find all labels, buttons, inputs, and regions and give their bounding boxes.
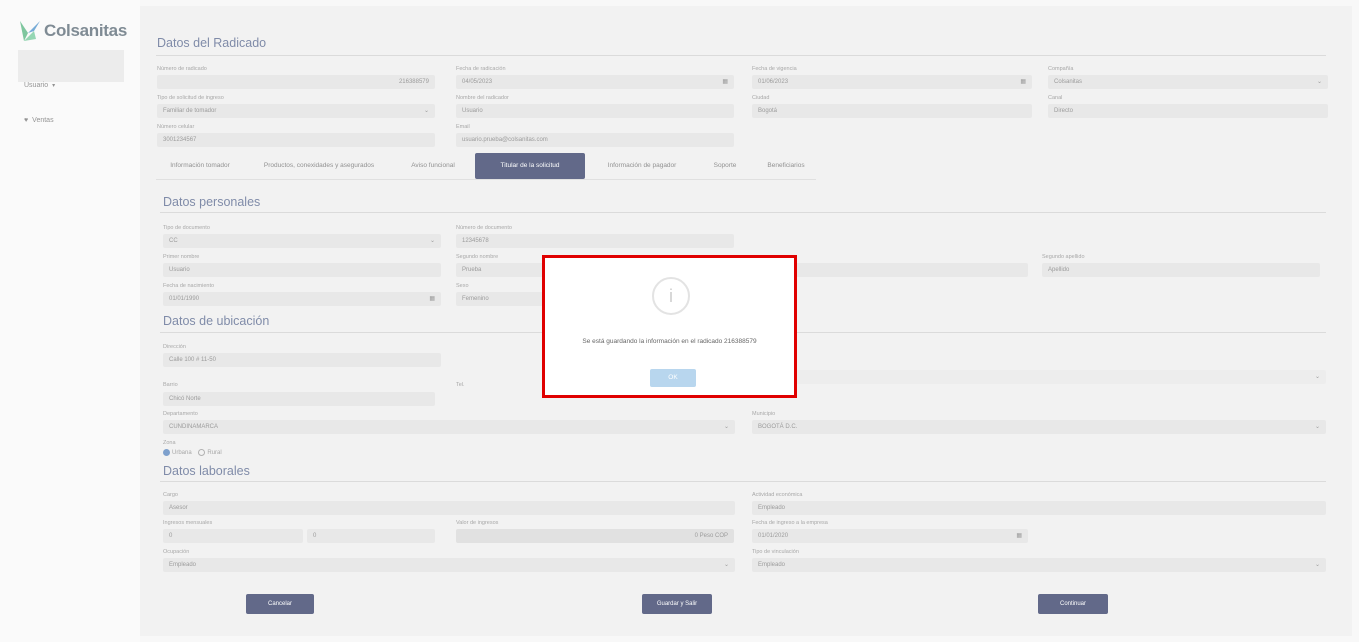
info-icon: i: [652, 277, 690, 315]
info-dialog: i Se está guardando la información en el…: [542, 255, 797, 398]
dialog-message: Se está guardando la información en el r…: [582, 338, 757, 345]
ok-button[interactable]: OK: [650, 369, 696, 387]
